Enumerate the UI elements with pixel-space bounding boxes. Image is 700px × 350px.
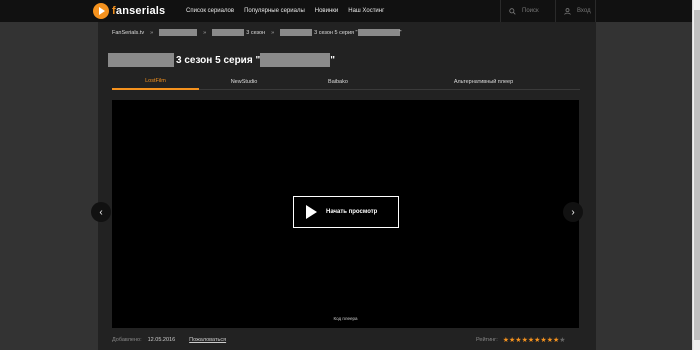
breadcrumb-separator: » — [150, 29, 154, 36]
play-icon — [306, 205, 317, 219]
player-code-link[interactable]: Код плеера — [112, 316, 579, 321]
login-label: Вход — [577, 8, 591, 14]
search-icon — [509, 7, 516, 15]
redacted-series-name — [280, 29, 313, 36]
content-area: FanSerials.tv » » 3 сезон » 3 сезон 5 се… — [91, 22, 596, 350]
redacted-series-name — [212, 29, 245, 36]
search-button[interactable]: Поиск — [500, 0, 555, 22]
tab-lostfilm[interactable]: LostFilm — [112, 74, 199, 90]
video-player[interactable]: Начать просмотр Код плеера — [112, 100, 579, 328]
chevron-right-icon: › — [571, 206, 575, 218]
breadcrumb-closing-quote: " — [399, 29, 402, 36]
episode-info: Добавлено: 12.05.2016 Пожаловаться — [112, 335, 226, 345]
breadcrumb-separator: » — [203, 29, 207, 36]
breadcrumb-episode: 3 сезон 5 серия " — [314, 29, 358, 36]
page-title: 3 сезон 5 серия " " — [108, 52, 335, 68]
site-header: fanserials Список сериалов Популярные се… — [0, 0, 700, 22]
search-label: Поиск — [522, 8, 539, 14]
breadcrumb: FanSerials.tv » » 3 сезон » 3 сезон 5 се… — [112, 28, 401, 37]
title-text: 3 сезон 5 серия " — [176, 54, 261, 66]
tab-newstudio[interactable]: NewStudio — [199, 74, 289, 90]
rating-label: Рейтинг: — [476, 337, 498, 343]
added-label: Добавлено: — [112, 337, 142, 343]
header-actions: Поиск Вход — [500, 0, 596, 22]
nav-item-new[interactable]: Новинки — [315, 8, 339, 14]
login-button[interactable]: Вход — [555, 0, 596, 22]
site-logo[interactable]: fanserials — [93, 3, 165, 19]
nav-item-popular[interactable]: Популярные сериалы — [244, 8, 305, 14]
main-nav: Список сериалов Популярные сериалы Новин… — [186, 0, 394, 22]
complain-link[interactable]: Пожаловаться — [189, 337, 226, 343]
star-icon[interactable]: ★ — [559, 337, 565, 344]
rating-stars: ★★★★★★★★★★ — [503, 337, 566, 344]
scrollbar-thumb[interactable] — [694, 10, 700, 340]
tab-baibako[interactable]: Baibako — [289, 74, 387, 90]
nav-item-hosting[interactable]: Наш Хостинг — [348, 8, 384, 14]
redacted-series-name[interactable] — [159, 29, 198, 36]
nav-item-series-list[interactable]: Список сериалов — [186, 8, 234, 14]
added-date: 12.05.2016 — [147, 337, 176, 343]
breadcrumb-separator: » — [271, 29, 275, 36]
user-icon — [564, 7, 571, 15]
rating-widget: Рейтинг: ★★★★★★★★★★ — [476, 335, 566, 345]
next-episode-button[interactable]: › — [563, 202, 583, 222]
page-scrollbar[interactable] — [692, 0, 700, 350]
player-tabs: LostFilm NewStudio Baibako Альтернативны… — [112, 74, 580, 90]
redacted-episode-name — [357, 29, 400, 36]
redacted-title-episode — [260, 53, 331, 67]
redacted-title-series — [108, 53, 174, 67]
breadcrumb-home[interactable]: FanSerials.tv — [112, 30, 144, 36]
start-watching-button[interactable]: Начать просмотр — [293, 196, 399, 228]
tab-alternative-player[interactable]: Альтернативный плеер — [387, 74, 580, 90]
breadcrumb-season[interactable]: 3 сезон — [246, 30, 265, 36]
start-watching-label: Начать просмотр — [326, 209, 378, 215]
chevron-left-icon: ‹ — [99, 206, 103, 218]
previous-episode-button[interactable]: ‹ — [91, 202, 111, 222]
logo-text: fanserials — [112, 5, 166, 17]
play-logo-icon — [93, 3, 109, 19]
title-closing-quote: " — [330, 54, 335, 66]
